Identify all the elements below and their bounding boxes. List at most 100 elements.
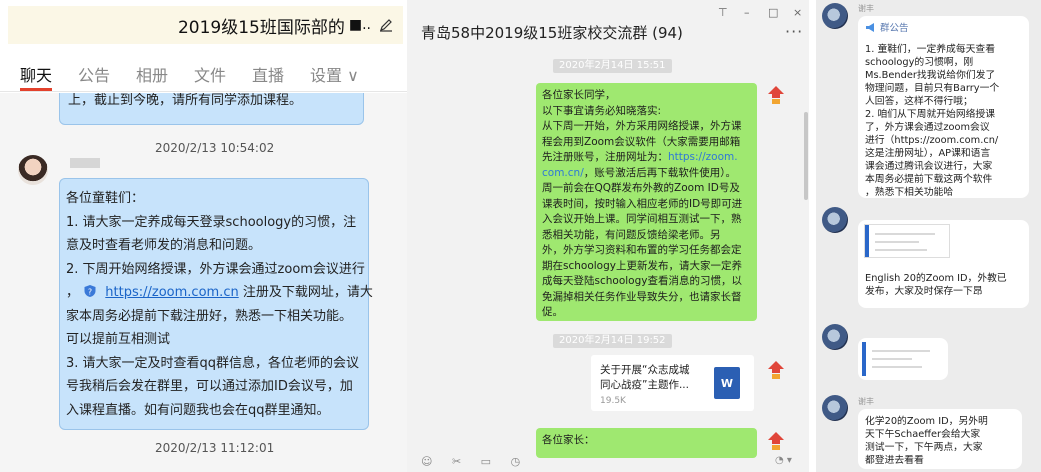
scrollbar[interactable] — [804, 112, 808, 200]
group-title: 青岛58中2019级15班家校交流群 (94) — [421, 24, 683, 42]
message-text: 注册及下载网址，请大 — [242, 285, 373, 300]
message-bubble[interactable]: English 20的Zoom ID，外教已 发布，大家及时保存一下昂 — [858, 220, 1029, 308]
file-attachment[interactable]: 关于开展“众志成城 同心战疫”主题作... 19.5K W — [591, 355, 754, 411]
group-notice-header: 群公告 — [865, 22, 1022, 35]
message-line: 课表时间，按时输入相应老师的ID号即可进 — [542, 197, 743, 210]
chat-header: 青岛58中2019级15班家校交流群 (94) ⊤ – □ × ··· — [407, 0, 809, 56]
tab-files[interactable]: 文件 — [194, 62, 226, 86]
message-line: English 20的Zoom ID，外教已 — [865, 273, 1007, 284]
active-tab-indicator — [20, 88, 52, 91]
file-name: 关于开展“众志成城 同心战疫”主题作... — [600, 364, 690, 391]
shield-icon: ? — [83, 283, 97, 297]
avatar[interactable] — [822, 3, 848, 29]
message-line: 各位童鞋们： — [66, 191, 145, 206]
message-line: 先注册账号，注册网址为：https://zoom. — [542, 150, 751, 166]
message-line: 意及时查看老师发的消息和问题。 — [66, 238, 262, 253]
date-stamp: 2020年2月14日 15:51 — [553, 59, 672, 73]
avatar[interactable] — [822, 395, 848, 421]
chat-tab-bar: 聊天 公告 相册 文件 直播 设置 ∨ — [0, 56, 407, 92]
tab-album[interactable]: 相册 — [136, 62, 168, 86]
message-line: 程会用到Zoom会议软件（大家需要用邮箱 — [542, 135, 741, 148]
message-line: 2. 咱们从下周就开始网络授课 — [865, 109, 996, 120]
image-message[interactable] — [858, 338, 948, 380]
message-bubble: 各位童鞋们： 1. 请大家一定养成每天登录schoology的习惯，注 意及时查… — [59, 178, 373, 430]
school-emblem-avatar[interactable] — [765, 430, 787, 452]
file-size: 19.5K — [600, 396, 626, 406]
word-document-icon: W — [714, 367, 740, 399]
history-icon[interactable]: ◔ ▾ — [775, 455, 792, 466]
message-line: 家本周务必提前下载注册好，熟悉一下相关功能。 — [66, 308, 353, 324]
minimize-button[interactable]: – — [744, 6, 750, 19]
message-timestamp: 2020/2/13 11:12:01 — [155, 441, 275, 455]
maximize-button[interactable]: □ — [768, 6, 778, 19]
group-notice-bubble[interactable]: 群公告 1. 童鞋们，一定养成每天查看 schoology的习惯啊，刚 Ms.B… — [858, 16, 1029, 198]
message-text: ，账号激活后再下载软件使用）。 — [583, 166, 736, 179]
message-bubble: 各位家长： — [536, 428, 757, 458]
date-stamp: 2020年2月14日 19:52 — [553, 334, 672, 348]
parent-group-chat-window: 青岛58中2019级15班家校交流群 (94) ⊤ – □ × ··· 2020… — [407, 0, 809, 472]
school-emblem-avatar[interactable] — [765, 84, 787, 106]
message-line: 促。 — [542, 306, 563, 318]
message-line: 本周务必提前下载这两个软件 — [865, 174, 993, 185]
message-line: 以下事宜请务必知晓落实: — [542, 104, 662, 117]
avatar[interactable] — [18, 155, 48, 185]
avatar[interactable] — [822, 324, 848, 350]
chat-title: 2019级15班国际部的 — [177, 17, 345, 38]
message-line: 周一前会在QQ群发布外教的Zoom ID号及 — [542, 182, 740, 194]
tab-settings[interactable]: 设置 ∨ — [310, 62, 359, 86]
message-line: ， ? https://zoom.com.cn 注册及下载网址，请大 — [66, 281, 373, 305]
message-line: 这是注册网址），AP课和语言 — [865, 148, 991, 159]
mobile-chat-screenshot: 谢丰 群公告 1. 童鞋们，一定养成每天查看 schoology的习惯啊，刚 M… — [816, 0, 1041, 472]
sender-name-blurred — [70, 158, 100, 168]
pin-button[interactable]: ⊤ — [718, 6, 728, 19]
chat-title-suffix: ■.. — [348, 17, 371, 33]
avatar[interactable] — [822, 207, 848, 233]
message-line: 悉相关功能，有问题反馈给梁老师。另 — [542, 228, 721, 241]
message-bubble: 各位家长同学， 以下事宜请务必知晓落实: 从下周一开始，外方采用网络授课，外方课… — [536, 83, 757, 321]
message-line: 1. 童鞋们，一定养成每天查看 — [865, 44, 996, 55]
message-line: 成每天登陆schoology查看消息的习惯，以 — [542, 275, 742, 287]
message-line: 天下午Schaeffer会给大家 — [865, 429, 981, 440]
message-line: 期在schoology上更新发布，请大家一定养 — [542, 259, 742, 272]
input-toolbar-icons[interactable]: ☺ ✂ ▭ ◷ — [421, 455, 528, 468]
message-line: 从下周一开始，外方采用网络授课，外方课 — [542, 120, 742, 132]
more-menu-button[interactable]: ··· — [785, 22, 803, 41]
tab-live[interactable]: 直播 — [252, 62, 284, 86]
zoom-register-link[interactable]: https://zoom.com.cn — [105, 285, 238, 300]
school-emblem-avatar[interactable] — [765, 359, 787, 381]
message-line: 入会议开始上课。同学间相互测试一下，熟 — [542, 213, 742, 225]
screenshot-thumbnail[interactable] — [862, 342, 944, 376]
zoom-register-link[interactable]: https://zoom. — [668, 151, 738, 163]
message-line: ，熟悉下相关功能哈 — [865, 187, 954, 198]
message-line: com.cn/，账号激活后再下载软件使用）。 — [542, 166, 751, 182]
message-bubble[interactable]: 化学20的Zoom ID，另外明 天下午Schaeffer会给大家 测试一下，下… — [858, 409, 1022, 469]
message-line: 免漏掉相关任务作业导致失分，也请家长督 — [542, 290, 742, 303]
sender-name: 谢丰 — [858, 4, 874, 13]
message-line: 都登进去看看 — [865, 455, 924, 466]
message-line: 各位家长同学， — [542, 89, 616, 101]
message-line: 了，外方课会通过zoom会议 — [865, 122, 990, 133]
class-chat-window: 2019级15班国际部的 ■.. 聊天 公告 相册 文件 直播 设置 ∨ 上，截… — [0, 0, 407, 472]
message-bubble: 上，截止到今晚，请所有同学添加课程。 — [59, 93, 364, 125]
tab-chat[interactable]: 聊天 — [20, 62, 52, 86]
screenshot-thumbnail[interactable] — [864, 224, 950, 258]
chat-message-list[interactable]: 上，截止到今晚，请所有同学添加课程。 2020/2/13 10:54:02 各位… — [0, 93, 407, 472]
message-line: 测试一下，下午两点，大家 — [865, 442, 983, 453]
zoom-register-link[interactable]: com.cn/ — [542, 167, 584, 179]
pencil-icon[interactable] — [379, 17, 395, 33]
screenshot-collage: 2019级15班国际部的 ■.. 聊天 公告 相册 文件 直播 设置 ∨ 上，截… — [0, 0, 1041, 472]
message-line: 号我稍后会发在群里，可以通过添加ID会议号，加 — [66, 379, 353, 394]
chat-title-bar: 2019级15班国际部的 ■.. — [8, 6, 403, 44]
message-line: 可以提前互相测试 — [66, 332, 171, 347]
message-line: 2. 下周开始网络授课，外方课会通过zoom会议进行 — [66, 261, 365, 277]
megaphone-icon — [866, 23, 874, 32]
tab-announcement[interactable]: 公告 — [78, 62, 110, 86]
message-line: 3. 请大家一定及时查看qq群信息，各位老师的会议 — [66, 355, 360, 371]
message-line: schoology的习惯啊，刚 — [865, 57, 974, 68]
message-line: 外，外方学习资料和布置的学习任务都会定 — [542, 244, 742, 256]
message-line: 化学20的Zoom ID，另外明 — [865, 416, 988, 427]
message-line: 入课程直播。如有问题我也会在qq群里通知。 — [66, 402, 330, 418]
close-button[interactable]: × — [793, 6, 802, 19]
message-text: 先注册账号，注册网址为： — [542, 151, 668, 163]
sender-name: 谢丰 — [858, 397, 874, 406]
